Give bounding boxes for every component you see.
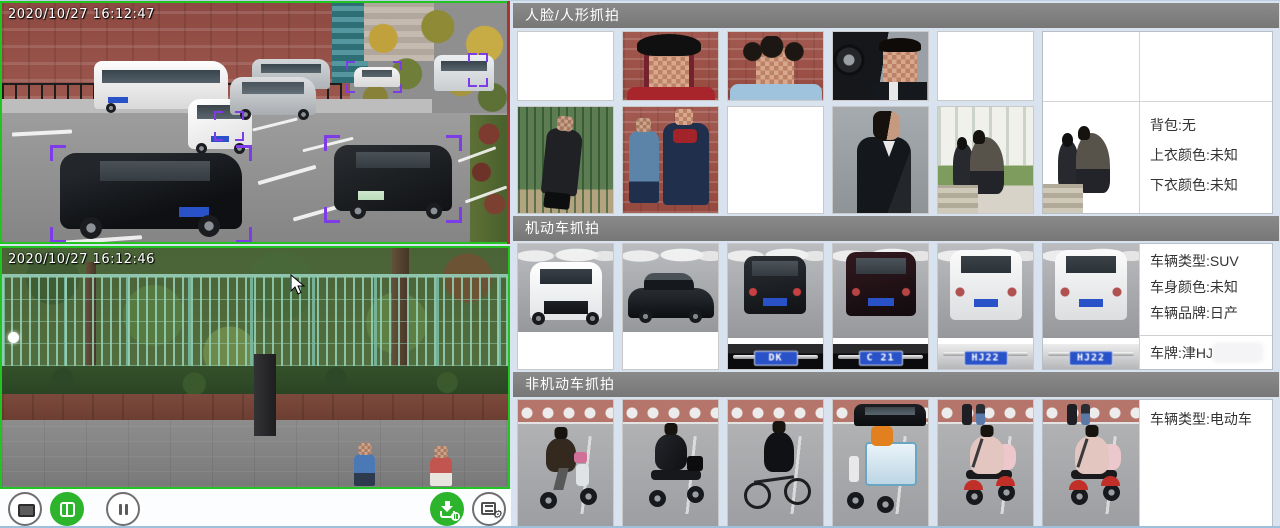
nonmotor-attributes: 车辆类型:电动车 <box>1140 400 1272 528</box>
scooter-rider <box>655 434 687 470</box>
nonmotor-thumbnail[interactable] <box>832 399 929 528</box>
cyclist <box>764 432 794 472</box>
latest-nonmotor-image <box>1043 400 1140 528</box>
person-figure <box>663 123 709 205</box>
person-figure <box>857 137 911 214</box>
person-thumbnail[interactable] <box>832 106 929 214</box>
motor-section-header: 机动车抓拍 <box>513 216 1279 241</box>
timestamp-overlay: 2020/10/27 16:12:46 <box>8 252 155 267</box>
attribute-line: 下衣颜色:未知 <box>1150 170 1262 200</box>
camera-view-1[interactable]: 2020/10/27 16:12:47 <box>0 1 510 244</box>
plate-crop: C 21 <box>833 344 928 369</box>
detection-bracket <box>468 53 488 87</box>
nonmotor-thumbnail[interactable] <box>937 399 1034 528</box>
black-sedan-rear <box>744 256 806 314</box>
face-capture-list: 背包:无 上衣颜色:未知 下衣颜色:未知 <box>513 31 1279 214</box>
person-thumbnail[interactable] <box>517 106 614 214</box>
nonmotor-thumbnail[interactable] <box>517 399 614 528</box>
face-thumbnail-empty[interactable] <box>517 31 614 101</box>
vehicle-thumbnail[interactable] <box>622 243 719 370</box>
park-fence <box>2 274 508 366</box>
vehicle-thumbnail[interactable] <box>517 243 614 370</box>
blurred-face <box>756 48 794 92</box>
plate-crop: HJ22 <box>938 344 1033 369</box>
ebike-rider <box>970 436 1004 474</box>
capture-panels: 人脸/人形抓拍 <box>511 1 1280 528</box>
pedestrian <box>430 457 452 486</box>
nonmotor-detail-panel[interactable]: 车辆类型:电动车 <box>1042 399 1273 528</box>
face-thumbnail[interactable] <box>832 31 929 101</box>
vehicle-thumbnail[interactable]: HJ22 <box>937 243 1034 370</box>
person-thumbnail[interactable] <box>937 106 1034 214</box>
vehicle-attributes: 车辆类型:SUV 车身颜色:未知 车辆品牌:日产 <box>1140 244 1272 335</box>
playback-toolbar: ⚙ <box>0 489 511 528</box>
license-plate: C 21 <box>859 350 903 365</box>
motor-capture-list: DK C 21 HJ22 HJ22 车辆类型:SUV 车身颜色:未知 <box>513 243 1279 370</box>
blurred-face <box>649 52 689 94</box>
save-download-icon <box>441 501 454 511</box>
cargo-trike <box>865 442 917 486</box>
person-thumbnail-empty[interactable] <box>727 106 824 214</box>
vehicle-thumbnail[interactable]: C 21 <box>832 243 929 370</box>
attribute-line: 车辆品牌:日产 <box>1150 300 1262 326</box>
person-figure <box>541 127 584 196</box>
grid-layout-icon <box>60 502 75 517</box>
vehicle-thumbnail[interactable]: DK <box>727 243 824 370</box>
motor-detail-panel[interactable]: HJ22 车辆类型:SUV 车身颜色:未知 车辆品牌:日产 车牌:津HJ <box>1042 243 1273 370</box>
face-section-header: 人脸/人形抓拍 <box>513 3 1279 28</box>
camera-view-2[interactable]: 2020/10/27 16:12:46 <box>0 246 510 489</box>
face-thumbnail[interactable] <box>622 31 719 101</box>
vms-client-window: 2020/10/27 16:12:47 2020/10/27 16:12:46 <box>0 0 1280 528</box>
person-figure <box>629 131 659 203</box>
split-screen-button[interactable] <box>50 492 84 526</box>
selected-tile-divider <box>507 1 510 244</box>
person-attributes: 背包:无 上衣颜色:未知 下衣颜色:未知 <box>1140 102 1272 208</box>
detection-bracket <box>214 111 244 141</box>
license-plate: DK <box>754 350 798 365</box>
attribute-line: 车辆类型:电动车 <box>1150 406 1262 432</box>
latest-person-image <box>1043 102 1140 213</box>
person-thumbnail[interactable] <box>622 106 719 214</box>
nonmotor-thumbnail[interactable] <box>622 399 719 528</box>
person-figure <box>970 137 1004 194</box>
face-thumbnail[interactable] <box>727 31 824 101</box>
attribute-line: 背包:无 <box>1150 110 1262 140</box>
blurred-face <box>883 46 917 84</box>
attribute-line: 车身颜色:未知 <box>1150 274 1262 300</box>
face-thumbnail-empty[interactable] <box>937 31 1034 101</box>
log-settings-button[interactable]: ⚙ <box>472 492 506 526</box>
stone-pillar <box>254 354 276 436</box>
nonmotor-thumbnail[interactable] <box>727 399 824 528</box>
export-record-button[interactable] <box>430 492 464 526</box>
monitor-icon <box>18 504 35 517</box>
mouse-cursor <box>290 274 306 296</box>
white-suv-rear <box>950 250 1022 320</box>
plate-row: 车牌:津HJ <box>1140 335 1272 369</box>
detection-bracket <box>346 61 402 93</box>
attribute-line: 车辆类型:SUV <box>1150 248 1262 274</box>
license-plate: HJ22 <box>964 350 1008 365</box>
moped-rider <box>546 438 576 472</box>
timestamp-overlay: 2020/10/27 16:12:47 <box>8 7 155 22</box>
redacted-plate <box>1215 345 1261 360</box>
plate-label: 车牌:津HJ <box>1150 343 1213 363</box>
single-screen-button[interactable] <box>8 492 42 526</box>
nonmotor-section-header: 非机动车抓拍 <box>513 372 1279 397</box>
pedestrian <box>354 454 375 486</box>
dark-suv-rear <box>846 252 916 316</box>
background-car <box>854 404 926 426</box>
latest-vehicle-image: HJ22 <box>1043 244 1140 369</box>
plate-crop: DK <box>728 344 823 369</box>
pause-button[interactable] <box>106 492 140 526</box>
attribute-line: 上衣颜色:未知 <box>1150 140 1262 170</box>
face-detail-panel[interactable]: 背包:无 上衣颜色:未知 下衣颜色:未知 <box>1042 31 1273 214</box>
detection-bracket <box>50 145 252 243</box>
detection-bracket <box>324 135 462 223</box>
gear-icon: ⚙ <box>492 510 502 521</box>
nonmotor-capture-list: 车辆类型:电动车 <box>513 399 1279 528</box>
